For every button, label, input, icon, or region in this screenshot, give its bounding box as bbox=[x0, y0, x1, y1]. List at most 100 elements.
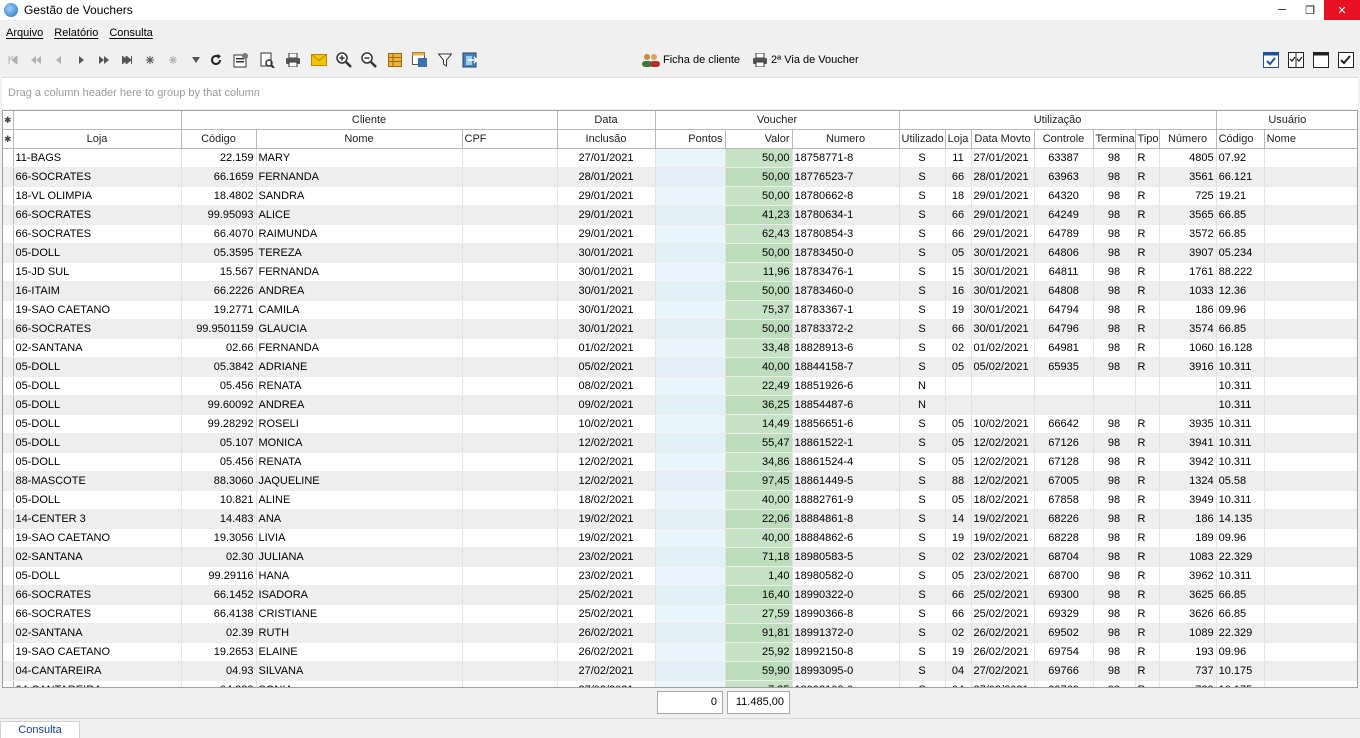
cell-usuario-nome[interactable] bbox=[1264, 566, 1357, 586]
row-indicator[interactable] bbox=[3, 262, 14, 282]
cell-termina[interactable]: 98 bbox=[1093, 167, 1136, 187]
cell-nome[interactable]: ANDREA bbox=[256, 395, 463, 415]
cell-controle[interactable]: 64808 bbox=[1034, 281, 1094, 301]
cell-cpf[interactable] bbox=[462, 490, 558, 510]
last-record-icon[interactable] bbox=[119, 50, 135, 70]
cell-cpf[interactable] bbox=[462, 433, 558, 453]
cell-loja[interactable]: 88-MASCOTE bbox=[13, 471, 182, 491]
cell-valor[interactable]: 22,06 bbox=[725, 509, 793, 529]
col-termina[interactable]: Termina bbox=[1093, 129, 1136, 149]
cell-usuario-codigo[interactable]: 10.311 bbox=[1216, 452, 1265, 472]
cell-controle[interactable]: 68700 bbox=[1034, 566, 1094, 586]
cell-loja[interactable]: 66-SOCRATES bbox=[13, 604, 182, 624]
cell-inclusao[interactable]: 30/01/2021 bbox=[557, 243, 656, 263]
cell-util-numero[interactable]: 3626 bbox=[1159, 604, 1217, 624]
cell-cpf[interactable] bbox=[462, 414, 558, 434]
cell-data-movto[interactable]: 27/01/2021 bbox=[971, 148, 1035, 168]
cell-data-movto[interactable]: 19/02/2021 bbox=[971, 509, 1035, 529]
zoom-out-icon[interactable] bbox=[360, 50, 378, 70]
cell-numero[interactable]: 18993095-0 bbox=[792, 661, 900, 681]
window-checked-icon[interactable] bbox=[1262, 50, 1280, 70]
cell-usuario-codigo[interactable]: 14.135 bbox=[1216, 509, 1265, 529]
cell-loja[interactable]: 16-ITAIM bbox=[13, 281, 182, 301]
cell-utilizado[interactable]: S bbox=[899, 547, 946, 567]
cell-numero[interactable]: 18861522-1 bbox=[792, 433, 900, 453]
cell-pontos[interactable] bbox=[655, 319, 726, 339]
cell-valor[interactable]: 40,00 bbox=[725, 357, 793, 377]
cell-codigo[interactable]: 04.93 bbox=[181, 661, 257, 681]
cell-controle[interactable]: 68704 bbox=[1034, 547, 1094, 567]
cell-util-loja[interactable]: 05 bbox=[945, 433, 972, 453]
row-indicator[interactable] bbox=[3, 623, 14, 643]
cell-valor[interactable]: 71,18 bbox=[725, 547, 793, 567]
cell-termina[interactable]: 98 bbox=[1093, 623, 1136, 643]
cell-util-numero[interactable]: 189 bbox=[1159, 528, 1217, 548]
cell-controle[interactable]: 64789 bbox=[1034, 224, 1094, 244]
cell-util-numero[interactable]: 3941 bbox=[1159, 433, 1217, 453]
cell-data-movto[interactable]: 26/02/2021 bbox=[971, 642, 1035, 662]
cell-utilizado[interactable]: S bbox=[899, 604, 946, 624]
cell-tipo[interactable]: R bbox=[1135, 338, 1160, 358]
cell-codigo[interactable]: 99.60092 bbox=[181, 395, 257, 415]
cell-tipo[interactable]: R bbox=[1135, 585, 1160, 605]
cell-utilizado[interactable]: S bbox=[899, 167, 946, 187]
cell-utilizado[interactable]: N bbox=[899, 376, 946, 396]
cell-pontos[interactable] bbox=[655, 167, 726, 187]
cell-termina[interactable] bbox=[1093, 376, 1136, 396]
cell-valor[interactable]: 22,49 bbox=[725, 376, 793, 396]
cell-util-numero[interactable]: 1060 bbox=[1159, 338, 1217, 358]
cell-loja[interactable]: 19-SAO CAETANO bbox=[13, 642, 182, 662]
cell-inclusao[interactable]: 30/01/2021 bbox=[557, 262, 656, 282]
cell-cpf[interactable] bbox=[462, 357, 558, 377]
cell-usuario-nome[interactable] bbox=[1264, 224, 1357, 244]
cell-cpf[interactable] bbox=[462, 566, 558, 586]
col-loja[interactable]: Loja bbox=[13, 129, 182, 149]
cell-usuario-nome[interactable] bbox=[1264, 528, 1357, 548]
table-row[interactable]: 19-SAO CAETANO 19.2653 ELAINE 26/02/2021 25,… bbox=[3, 642, 1357, 662]
cell-data-movto[interactable]: 30/01/2021 bbox=[971, 281, 1035, 301]
cell-tipo[interactable]: R bbox=[1135, 452, 1160, 472]
cell-nome[interactable]: ANA bbox=[256, 509, 463, 529]
cell-data-movto[interactable]: 29/01/2021 bbox=[971, 205, 1035, 225]
cell-usuario-nome[interactable] bbox=[1264, 661, 1357, 681]
cell-codigo[interactable]: 02.66 bbox=[181, 338, 257, 358]
cell-util-loja[interactable]: 02 bbox=[945, 547, 972, 567]
cell-cpf[interactable] bbox=[462, 281, 558, 301]
email-icon[interactable] bbox=[310, 50, 328, 70]
cell-data-movto[interactable]: 10/02/2021 bbox=[971, 414, 1035, 434]
cell-codigo[interactable]: 66.4070 bbox=[181, 224, 257, 244]
row-indicator[interactable] bbox=[3, 319, 14, 339]
cell-controle[interactable] bbox=[1034, 395, 1094, 415]
cell-inclusao[interactable]: 27/02/2021 bbox=[557, 680, 656, 687]
cell-nome[interactable]: ANDREA bbox=[256, 281, 463, 301]
cell-usuario-nome[interactable] bbox=[1264, 414, 1357, 434]
cell-cpf[interactable] bbox=[462, 186, 558, 206]
cell-valor[interactable]: 55,47 bbox=[725, 433, 793, 453]
cell-valor[interactable]: 50,00 bbox=[725, 148, 793, 168]
print-preview-icon[interactable] bbox=[258, 50, 276, 70]
cell-util-numero[interactable]: 1033 bbox=[1159, 281, 1217, 301]
cell-inclusao[interactable]: 30/01/2021 bbox=[557, 319, 656, 339]
cell-util-loja[interactable]: 88 bbox=[945, 471, 972, 491]
cell-cpf[interactable] bbox=[462, 262, 558, 282]
cell-codigo[interactable]: 05.107 bbox=[181, 433, 257, 453]
cell-inclusao[interactable]: 27/01/2021 bbox=[557, 148, 656, 168]
cell-valor[interactable]: 7,35 bbox=[725, 680, 793, 687]
cell-data-movto[interactable]: 05/02/2021 bbox=[971, 357, 1035, 377]
cell-valor[interactable]: 34,86 bbox=[725, 452, 793, 472]
row-indicator[interactable] bbox=[3, 547, 14, 567]
row-indicator[interactable] bbox=[3, 490, 14, 510]
cell-inclusao[interactable]: 12/02/2021 bbox=[557, 433, 656, 453]
cell-pontos[interactable] bbox=[655, 186, 726, 206]
cell-controle[interactable]: 64796 bbox=[1034, 319, 1094, 339]
cell-numero[interactable]: 18884861-8 bbox=[792, 509, 900, 529]
cell-usuario-codigo[interactable]: 09.96 bbox=[1216, 300, 1265, 320]
cell-controle[interactable]: 64981 bbox=[1034, 338, 1094, 358]
cell-numero[interactable]: 18882761-9 bbox=[792, 490, 900, 510]
cell-nome[interactable]: CRISTIANE bbox=[256, 604, 463, 624]
cell-loja[interactable]: 05-DOLL bbox=[13, 566, 182, 586]
cell-usuario-codigo[interactable]: 66.121 bbox=[1216, 167, 1265, 187]
cell-termina[interactable]: 98 bbox=[1093, 433, 1136, 453]
cell-termina[interactable]: 98 bbox=[1093, 452, 1136, 472]
cell-cpf[interactable] bbox=[462, 395, 558, 415]
